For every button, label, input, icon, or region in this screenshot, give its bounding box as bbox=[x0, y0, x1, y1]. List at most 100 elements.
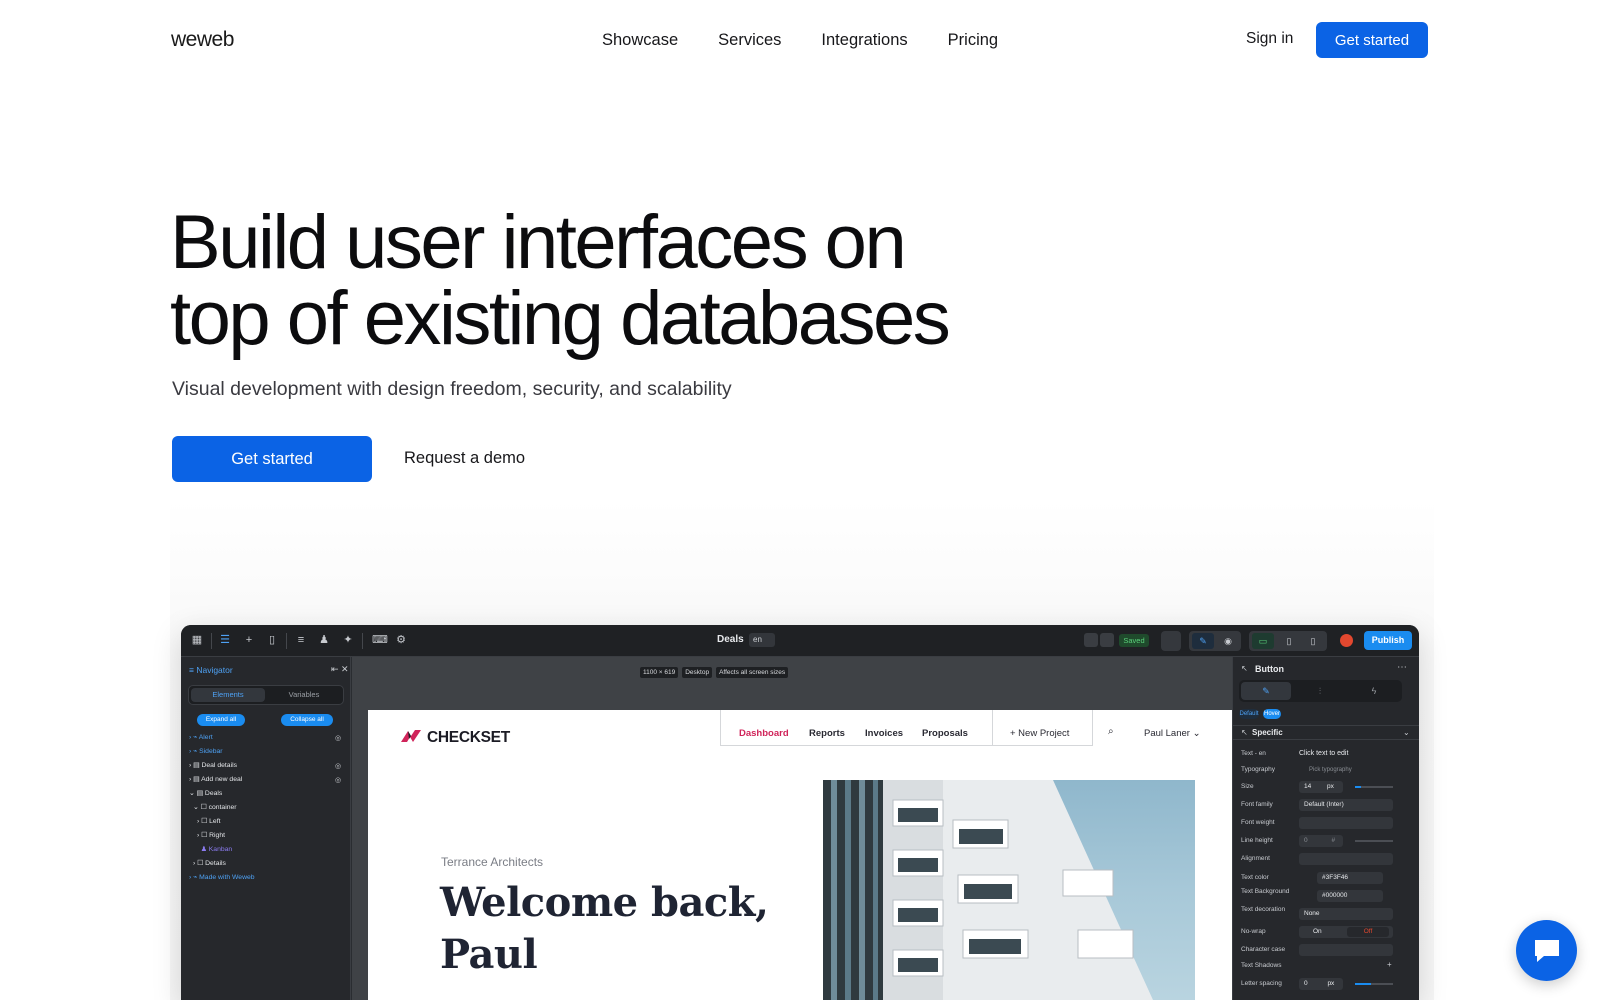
request-demo-link[interactable]: Request a demo bbox=[404, 449, 525, 468]
size-slider-fill bbox=[1355, 786, 1361, 788]
nav-link-services[interactable]: Services bbox=[718, 31, 781, 50]
text-value[interactable]: Click text to edit bbox=[1299, 748, 1348, 760]
tree-item-right[interactable]: › ☐ Right bbox=[197, 830, 225, 842]
editor-canvas[interactable]: 1100 × 619 Desktop Affects all screen si… bbox=[352, 657, 1234, 1000]
plugin-icon[interactable]: ✦ bbox=[342, 634, 354, 646]
mobile-icon[interactable]: ▯ bbox=[1302, 633, 1324, 649]
text-background-input[interactable]: #000000 bbox=[1317, 890, 1383, 902]
tab-elements[interactable]: Elements bbox=[191, 688, 265, 702]
state-default-tab[interactable]: Default bbox=[1239, 709, 1259, 719]
tree-item-sidebar[interactable]: › ⌁ Sidebar bbox=[189, 746, 223, 758]
tree-item-alert[interactable]: › ⌁ Alert bbox=[189, 732, 213, 744]
alignment-control[interactable] bbox=[1299, 853, 1393, 865]
no-wrap-off[interactable]: Off bbox=[1347, 927, 1389, 937]
prop-label: Text - en bbox=[1241, 750, 1266, 757]
new-project-button[interactable]: + New Project bbox=[1010, 728, 1069, 739]
apps-grid-icon[interactable]: ▦ bbox=[191, 634, 203, 646]
workflow-tab-bolt-icon[interactable]: ϟ bbox=[1349, 682, 1399, 700]
site-nav-proposals[interactable]: Proposals bbox=[922, 728, 968, 739]
text-color-input[interactable]: #3F3F46 bbox=[1317, 872, 1383, 884]
tree-item-label: Made with Weweb bbox=[199, 874, 255, 881]
collapse-all-button[interactable]: Collapse all bbox=[281, 714, 333, 726]
nav-link-pricing[interactable]: Pricing bbox=[948, 31, 998, 50]
letter-spacing-input[interactable]: 0 px bbox=[1299, 978, 1343, 990]
style-tab-pencil-icon[interactable]: ✎ bbox=[1241, 682, 1291, 700]
tree-item-container[interactable]: ⌄ ☐ container bbox=[193, 802, 237, 814]
nav-link-integrations[interactable]: Integrations bbox=[821, 31, 907, 50]
desktop-icon[interactable]: ▭ bbox=[1252, 633, 1274, 649]
checkset-logo[interactable]: CHECKSET bbox=[400, 728, 510, 747]
more-options-icon[interactable]: ⋯ bbox=[1397, 662, 1407, 673]
code-icon[interactable]: ⌨ bbox=[372, 634, 388, 646]
settings-tab-sliders-icon[interactable]: ⫶ bbox=[1295, 682, 1345, 700]
state-hover-tab[interactable]: Hover bbox=[1263, 709, 1281, 719]
search-icon[interactable]: ⌕ bbox=[1108, 726, 1114, 737]
sync-icon[interactable] bbox=[1161, 631, 1181, 651]
site-user-menu[interactable]: Paul Laner ⌄ bbox=[1144, 728, 1201, 739]
navigator-tabs: Elements Variables bbox=[188, 685, 344, 705]
chevron-down-icon[interactable]: ⌄ bbox=[1403, 728, 1410, 737]
font-weight-select[interactable] bbox=[1299, 817, 1393, 829]
eye-off-icon[interactable]: ◎ bbox=[335, 762, 341, 770]
tree-item-label: Deals bbox=[204, 790, 223, 797]
tree-item-details[interactable]: › ☐ Details bbox=[193, 858, 226, 870]
prop-label: No-wrap bbox=[1241, 928, 1266, 935]
tree-item-deals[interactable]: ⌄ ▤ Deals bbox=[189, 788, 222, 800]
sign-in-link[interactable]: Sign in bbox=[1246, 30, 1293, 48]
chat-launcher-button[interactable] bbox=[1516, 920, 1577, 981]
line-height-value: 0 bbox=[1304, 837, 1308, 844]
no-wrap-on[interactable]: On bbox=[1313, 926, 1322, 938]
eye-off-icon[interactable]: ◎ bbox=[335, 776, 341, 784]
expand-all-button[interactable]: Expand all bbox=[197, 714, 245, 726]
line-height-slider[interactable] bbox=[1355, 840, 1393, 842]
undo-icon[interactable] bbox=[1084, 633, 1098, 647]
text-decoration-select[interactable]: None bbox=[1299, 908, 1393, 920]
tree-item-made-with-weweb[interactable]: › ⌁ Made with Weweb bbox=[189, 872, 255, 884]
character-case-select[interactable] bbox=[1299, 944, 1393, 956]
company-name: Terrance Architects bbox=[441, 855, 544, 869]
edit-preview-toggle[interactable]: ✎ ◉ bbox=[1189, 631, 1241, 651]
edit-mode-icon[interactable]: ✎ bbox=[1192, 633, 1214, 649]
tablet-icon[interactable]: ▯ bbox=[1278, 633, 1300, 649]
tree-item-left[interactable]: › ☐ Left bbox=[197, 816, 220, 828]
close-icon[interactable]: ⇤ ✕ bbox=[331, 664, 349, 675]
preview-site[interactable]: CHECKSET Dashboard Reports Invoices Prop… bbox=[368, 710, 1234, 1000]
add-icon[interactable]: + bbox=[243, 634, 255, 646]
tab-variables[interactable]: Variables bbox=[267, 688, 341, 702]
database-icon[interactable]: ≡ bbox=[295, 634, 307, 646]
prop-label: Letter spacing bbox=[1241, 980, 1282, 987]
page-icon[interactable]: ▯ bbox=[266, 634, 278, 646]
preview-eye-icon[interactable]: ◉ bbox=[1219, 633, 1237, 649]
weweb-logo[interactable]: weweb bbox=[171, 28, 234, 52]
nav-link-showcase[interactable]: Showcase bbox=[602, 31, 678, 50]
line-height-input[interactable]: 0 # bbox=[1299, 835, 1343, 847]
breakpoint-switcher[interactable]: ▭ ▯ ▯ bbox=[1249, 631, 1327, 651]
navigator-icon[interactable]: ☰ bbox=[219, 634, 231, 646]
size-input[interactable]: 14 px bbox=[1299, 781, 1343, 793]
site-nav-reports[interactable]: Reports bbox=[809, 728, 845, 739]
size-slider[interactable] bbox=[1355, 786, 1393, 788]
eye-off-icon[interactable]: ◎ bbox=[335, 734, 341, 742]
typography-picker[interactable]: Pick typography bbox=[1299, 764, 1352, 776]
no-wrap-toggle[interactable]: On Off bbox=[1299, 926, 1393, 938]
user-avatar[interactable] bbox=[1340, 634, 1353, 647]
tree-item-label: Deal details bbox=[201, 762, 237, 769]
publish-button[interactable]: Publish bbox=[1364, 631, 1412, 650]
language-select[interactable]: en bbox=[749, 633, 775, 647]
settings-gear-icon[interactable]: ⚙ bbox=[395, 634, 407, 646]
document-name[interactable]: Deals bbox=[717, 634, 744, 645]
add-shadow-icon[interactable]: + bbox=[1387, 960, 1392, 969]
section-title: Specific bbox=[1252, 728, 1283, 737]
hero-get-started-button[interactable]: Get started bbox=[172, 436, 372, 482]
header-get-started-button[interactable]: Get started bbox=[1316, 22, 1428, 58]
font-family-select[interactable]: Default (Inter) bbox=[1299, 799, 1393, 811]
redo-icon[interactable] bbox=[1100, 633, 1114, 647]
tree-item-add-new-deal[interactable]: › ▤ Add new deal bbox=[189, 774, 242, 786]
users-icon[interactable]: ♟ bbox=[318, 634, 330, 646]
tree-item-deal-details[interactable]: › ▤ Deal details bbox=[189, 760, 237, 772]
site-nav-invoices[interactable]: Invoices bbox=[865, 728, 903, 739]
tree-item-kanban[interactable]: ♟ Kanban bbox=[197, 844, 232, 856]
site-nav-dashboard[interactable]: Dashboard bbox=[739, 728, 789, 739]
specific-section-header[interactable]: ↖ Specific ⌄ bbox=[1233, 725, 1419, 740]
letter-spacing-slider[interactable] bbox=[1355, 983, 1393, 985]
